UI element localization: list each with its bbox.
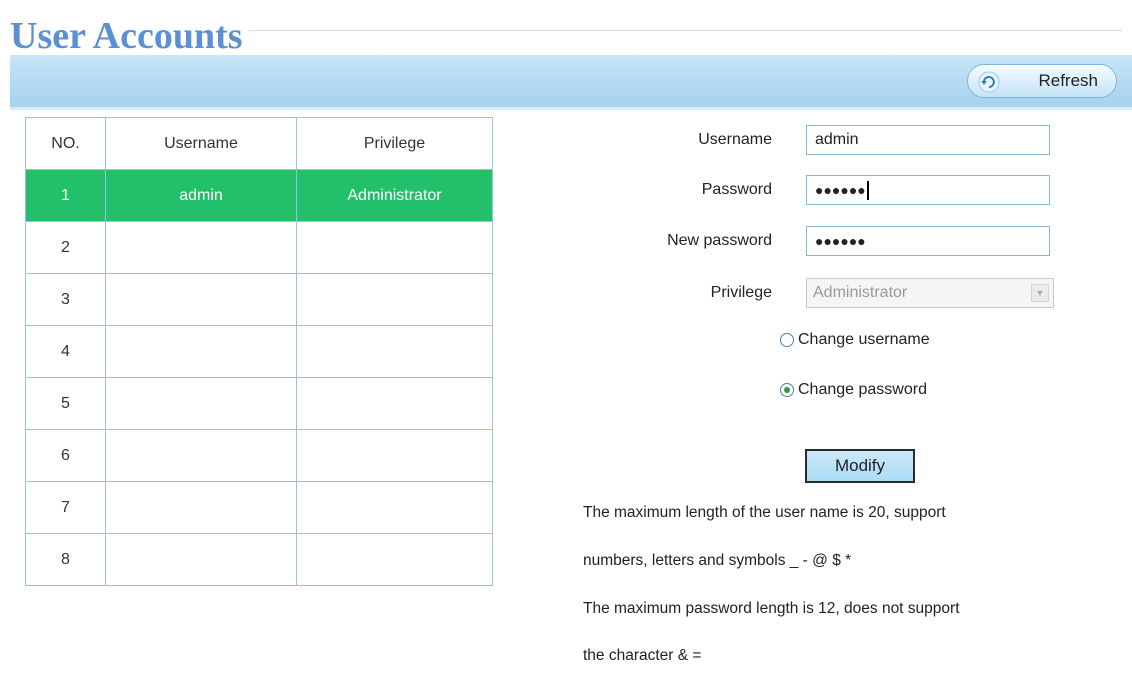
row-username[interactable] bbox=[105, 273, 297, 326]
refresh-label: Refresh bbox=[1038, 71, 1098, 90]
row-privilege[interactable] bbox=[296, 481, 493, 534]
row-number[interactable]: 3 bbox=[25, 273, 106, 326]
table-row[interactable]: 6 bbox=[25, 429, 493, 482]
new-password-value: ●●●●●● bbox=[815, 233, 866, 249]
row-privilege[interactable] bbox=[296, 533, 493, 586]
change-username-option[interactable]: Change username bbox=[780, 331, 930, 349]
username-input[interactable]: admin bbox=[806, 125, 1050, 155]
toolbar: Refresh bbox=[10, 55, 1132, 110]
table-row[interactable]: 7 bbox=[25, 481, 493, 534]
refresh-button[interactable]: Refresh bbox=[967, 64, 1117, 98]
row-number[interactable]: 7 bbox=[25, 481, 106, 534]
column-header-privilege: Privilege bbox=[296, 117, 493, 170]
row-privilege[interactable] bbox=[296, 221, 493, 274]
row-number[interactable]: 4 bbox=[25, 325, 106, 378]
password-label: Password bbox=[701, 181, 772, 198]
privilege-select[interactable]: Administrator ▼ bbox=[806, 278, 1054, 308]
row-username[interactable] bbox=[105, 429, 297, 482]
table-header-row: NO. Username Privilege bbox=[25, 117, 493, 170]
row-username[interactable] bbox=[105, 377, 297, 430]
row-username[interactable] bbox=[105, 221, 297, 274]
note-username-rule: The maximum length of the user name is 2… bbox=[583, 504, 946, 521]
note-password-rule: The maximum password length is 12, does … bbox=[583, 600, 960, 617]
table-row[interactable]: 8 bbox=[25, 533, 493, 586]
row-username[interactable]: admin bbox=[105, 169, 297, 222]
column-header-username: Username bbox=[105, 117, 297, 170]
row-username[interactable] bbox=[105, 481, 297, 534]
row-privilege[interactable] bbox=[296, 429, 493, 482]
change-password-option[interactable]: Change password bbox=[780, 381, 927, 399]
new-password-label: New password bbox=[667, 232, 772, 249]
table-row[interactable]: 3 bbox=[25, 273, 493, 326]
row-number[interactable]: 2 bbox=[25, 221, 106, 274]
row-number[interactable]: 5 bbox=[25, 377, 106, 430]
change-username-label: Change username bbox=[798, 331, 930, 348]
table-row[interactable]: 5 bbox=[25, 377, 493, 430]
column-header-no: NO. bbox=[25, 117, 106, 170]
change-password-label: Change password bbox=[798, 381, 927, 398]
modify-button[interactable]: Modify bbox=[805, 449, 915, 483]
row-number[interactable]: 8 bbox=[25, 533, 106, 586]
note-username-symbols: numbers, letters and symbols _ - @ $ * bbox=[583, 552, 852, 569]
radio-checked-icon[interactable] bbox=[780, 383, 794, 397]
row-username[interactable] bbox=[105, 533, 297, 586]
page-title: User Accounts bbox=[10, 14, 249, 58]
password-input[interactable]: ●●●●●● bbox=[806, 175, 1050, 205]
row-number[interactable]: 1 bbox=[25, 169, 106, 222]
refresh-icon bbox=[978, 71, 1000, 93]
text-caret bbox=[866, 181, 869, 201]
table-row[interactable]: 1 admin Administrator bbox=[25, 169, 493, 222]
row-privilege[interactable] bbox=[296, 325, 493, 378]
user-table: NO. Username Privilege 1 admin Administr… bbox=[25, 117, 493, 586]
username-label: Username bbox=[698, 131, 772, 148]
row-username[interactable] bbox=[105, 325, 297, 378]
radio-unchecked-icon[interactable] bbox=[780, 333, 794, 347]
password-value: ●●●●●● bbox=[815, 182, 866, 198]
row-privilege[interactable] bbox=[296, 377, 493, 430]
row-number[interactable]: 6 bbox=[25, 429, 106, 482]
row-privilege[interactable]: Administrator bbox=[296, 169, 493, 222]
chevron-down-icon[interactable]: ▼ bbox=[1031, 284, 1049, 302]
row-privilege[interactable] bbox=[296, 273, 493, 326]
table-row[interactable]: 2 bbox=[25, 221, 493, 274]
note-password-chars: the character & = bbox=[583, 647, 702, 664]
table-row[interactable]: 4 bbox=[25, 325, 493, 378]
privilege-label: Privilege bbox=[710, 284, 772, 301]
privilege-select-value: Administrator bbox=[813, 284, 908, 301]
new-password-input[interactable]: ●●●●●● bbox=[806, 226, 1050, 256]
